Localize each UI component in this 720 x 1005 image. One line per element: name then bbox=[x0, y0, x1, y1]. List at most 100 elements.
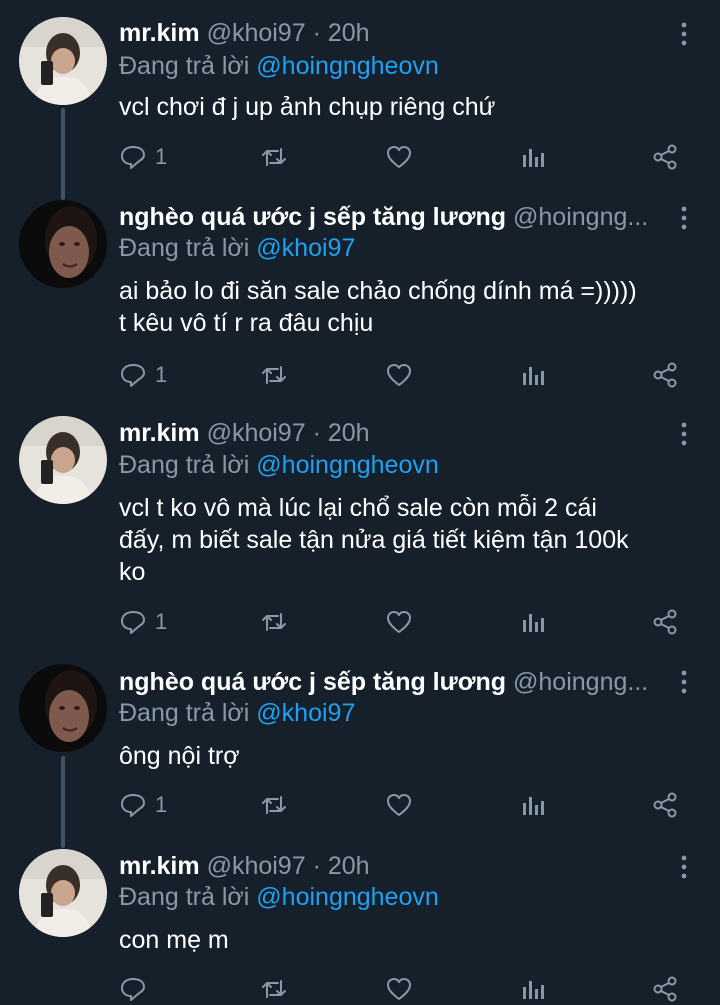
tweet-text: ông nội trợ bbox=[119, 740, 690, 772]
mention-link[interactable]: @hoingngheovn bbox=[256, 883, 438, 911]
tweet-text: con mẹ m bbox=[119, 924, 690, 956]
tweet-header: nghèo quá ước j sếp tăng lương @hoingng.… bbox=[119, 666, 660, 698]
like-button[interactable] bbox=[385, 789, 413, 821]
avatar-mr-kim[interactable] bbox=[19, 416, 107, 504]
handle[interactable]: @hoingng... bbox=[513, 668, 648, 696]
like-icon bbox=[387, 611, 411, 633]
more-options-button[interactable] bbox=[678, 668, 690, 696]
tweet-3[interactable]: mr.kim @khoi97 · 20h Đang trả lời @hoing… bbox=[0, 416, 720, 656]
handle[interactable]: @khoi97 bbox=[207, 419, 306, 447]
share-icon bbox=[653, 792, 677, 818]
analytics-button[interactable] bbox=[521, 973, 545, 1005]
action-bar: 1 bbox=[119, 359, 689, 391]
replying-to: Đang trả lời @hoingngheovn bbox=[119, 449, 439, 481]
mention-link[interactable]: @khoi97 bbox=[256, 234, 355, 262]
like-button[interactable] bbox=[385, 359, 413, 391]
display-name[interactable]: mr.kim bbox=[119, 852, 200, 880]
reply-icon bbox=[121, 794, 145, 817]
like-icon bbox=[387, 146, 411, 168]
timestamp[interactable]: 20h bbox=[328, 19, 370, 47]
analytics-button[interactable] bbox=[521, 141, 545, 173]
more-options-button[interactable] bbox=[678, 204, 690, 232]
tweet-2[interactable]: nghèo quá ước j sếp tăng lương @hoingng.… bbox=[0, 200, 720, 420]
mention-link[interactable]: @hoingngheovn bbox=[256, 52, 438, 80]
handle[interactable]: @khoi97 bbox=[207, 852, 306, 880]
replying-prefix: Đang trả lời bbox=[119, 234, 250, 262]
share-icon bbox=[653, 976, 677, 1002]
share-button[interactable] bbox=[651, 789, 679, 821]
analytics-icon bbox=[523, 614, 544, 632]
like-button[interactable] bbox=[385, 141, 413, 173]
analytics-icon bbox=[523, 981, 544, 999]
avatar-hoingngheovn[interactable] bbox=[19, 200, 107, 288]
analytics-icon bbox=[523, 367, 544, 385]
analytics-button[interactable] bbox=[521, 606, 545, 638]
reply-button[interactable]: 1 bbox=[119, 606, 167, 638]
retweet-button[interactable] bbox=[259, 789, 289, 821]
tweet-text-line: con mẹ m bbox=[119, 926, 229, 954]
display-name[interactable]: nghèo quá ước j sếp tăng lương bbox=[119, 668, 506, 696]
avatar-mr-kim[interactable] bbox=[19, 849, 107, 937]
retweet-button[interactable] bbox=[259, 359, 289, 391]
reply-icon bbox=[121, 978, 145, 1001]
retweet-button[interactable] bbox=[259, 973, 289, 1005]
share-button[interactable] bbox=[651, 606, 679, 638]
tweet-text: vcl chơi đ j up ảnh chụp riêng chứ bbox=[119, 91, 690, 123]
share-button[interactable] bbox=[651, 141, 679, 173]
retweet-icon bbox=[262, 980, 286, 998]
more-options-button[interactable] bbox=[678, 420, 690, 448]
reply-icon bbox=[121, 146, 145, 169]
like-icon bbox=[387, 978, 411, 1000]
more-options-button[interactable] bbox=[678, 853, 690, 881]
more-options-button[interactable] bbox=[678, 20, 690, 48]
tweet-5[interactable]: mr.kim @khoi97 · 20h Đang trả lời @hoing… bbox=[0, 849, 720, 1005]
mention-link[interactable]: @hoingngheovn bbox=[256, 451, 438, 479]
display-name[interactable]: nghèo quá ước j sếp tăng lương bbox=[119, 203, 506, 231]
like-icon bbox=[387, 794, 411, 816]
like-button[interactable] bbox=[385, 973, 413, 1005]
handle[interactable]: @khoi97 bbox=[207, 19, 306, 47]
thread-connector-line bbox=[61, 756, 65, 848]
like-button[interactable] bbox=[385, 606, 413, 638]
tweet-text-line: đấy, m biết sale tận nửa giá tiết kiệm t… bbox=[119, 526, 629, 554]
tweet-text-line: t kêu vô tí r ra đâu chịu bbox=[119, 309, 374, 337]
tweet-header: nghèo quá ước j sếp tăng lương @hoingng.… bbox=[119, 201, 660, 233]
reply-button[interactable]: 1 bbox=[119, 359, 167, 391]
reply-count: 1 bbox=[155, 362, 168, 387]
display-name[interactable]: mr.kim bbox=[119, 419, 200, 447]
analytics-icon bbox=[523, 149, 544, 167]
tweet-header: mr.kim @khoi97 · 20h bbox=[119, 417, 660, 449]
share-button[interactable] bbox=[651, 973, 679, 1005]
retweet-button[interactable] bbox=[259, 606, 289, 638]
avatar-mr-kim[interactable] bbox=[19, 17, 107, 105]
reply-icon bbox=[121, 364, 145, 387]
more-icon bbox=[681, 206, 687, 230]
share-icon bbox=[653, 609, 677, 635]
reply-button[interactable]: 1 bbox=[119, 141, 167, 173]
action-bar bbox=[119, 973, 689, 1005]
tweet-1[interactable]: mr.kim @khoi97 · 20h Đang trả lời @hoing… bbox=[0, 0, 720, 200]
more-icon bbox=[681, 855, 687, 879]
retweet-button[interactable] bbox=[259, 141, 289, 173]
handle[interactable]: @hoingng... bbox=[513, 203, 648, 231]
analytics-button[interactable] bbox=[521, 789, 545, 821]
separator: · bbox=[312, 419, 321, 447]
action-bar: 1 bbox=[119, 141, 689, 173]
conversation-thread: mr.kim @khoi97 · 20h Đang trả lời @hoing… bbox=[0, 0, 720, 1005]
avatar-hoingngheovn[interactable] bbox=[19, 664, 107, 752]
replying-prefix: Đang trả lời bbox=[119, 52, 250, 80]
share-button[interactable] bbox=[651, 359, 679, 391]
timestamp[interactable]: 20h bbox=[328, 852, 370, 880]
replying-prefix: Đang trả lời bbox=[119, 699, 250, 727]
reply-button[interactable]: 1 bbox=[119, 789, 167, 821]
replying-to: Đang trả lời @khoi97 bbox=[119, 697, 355, 729]
reply-count: 1 bbox=[155, 144, 168, 169]
tweet-4[interactable]: nghèo quá ước j sếp tăng lương @hoingng.… bbox=[0, 664, 720, 848]
mention-link[interactable]: @khoi97 bbox=[256, 699, 355, 727]
reply-button[interactable] bbox=[119, 973, 147, 1005]
tweet-header: mr.kim @khoi97 · 20h bbox=[119, 850, 660, 882]
timestamp[interactable]: 20h bbox=[328, 419, 370, 447]
analytics-button[interactable] bbox=[521, 359, 545, 391]
reply-count: 1 bbox=[155, 792, 168, 817]
display-name[interactable]: mr.kim bbox=[119, 19, 200, 47]
